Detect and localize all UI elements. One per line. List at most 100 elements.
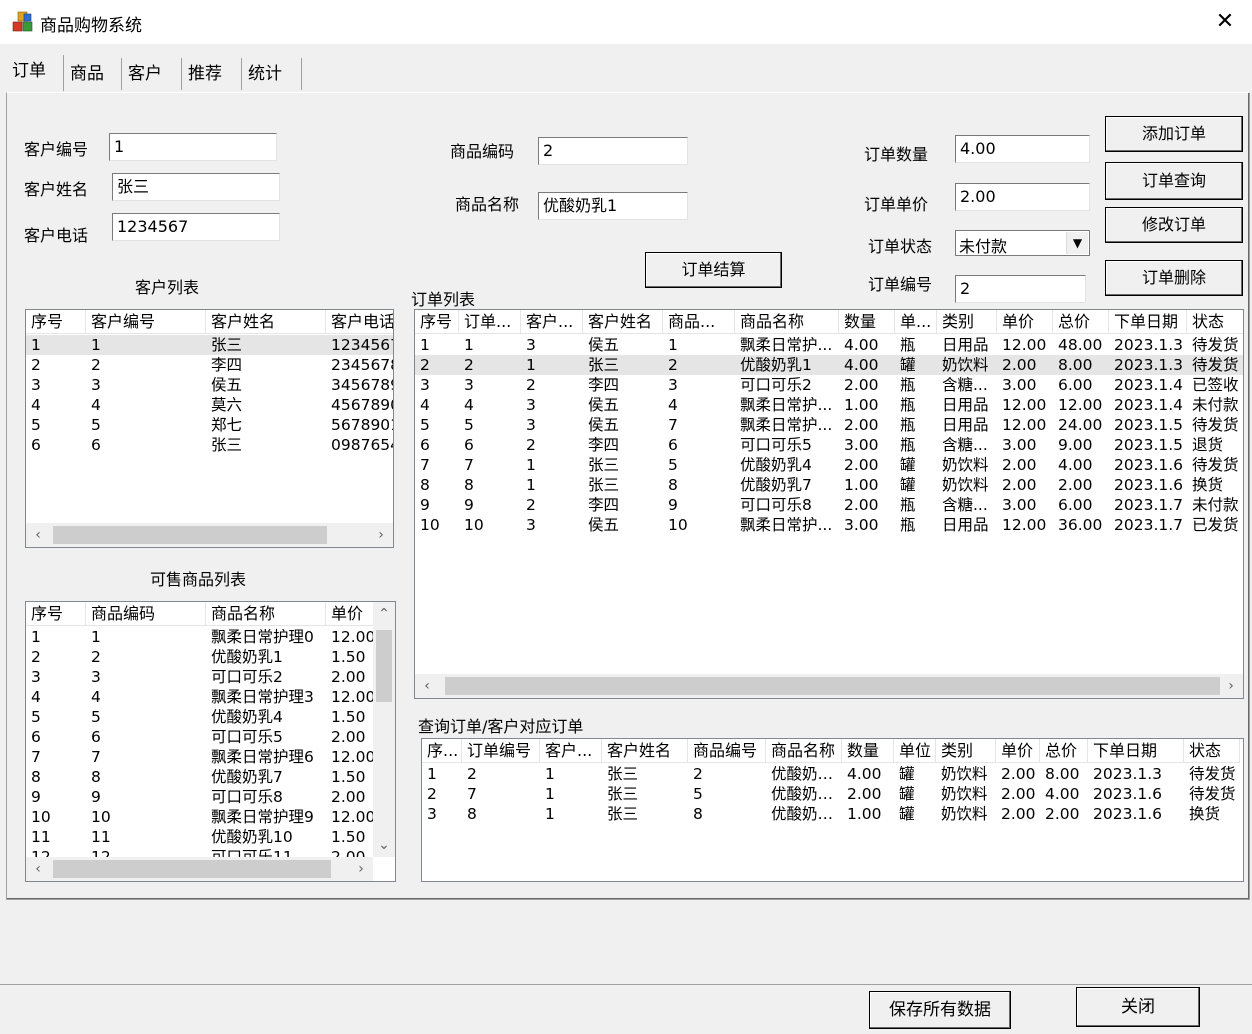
table-row[interactable]: 6 6 可口可乐5 2.00 xyxy=(26,727,376,747)
table-row[interactable]: 8 8 优酸奶乳7 1.50 xyxy=(26,767,376,787)
column-header[interactable]: 数量 xyxy=(842,739,894,763)
table-row[interactable]: 5 5 优酸奶乳4 1.50 xyxy=(26,707,376,727)
table-row[interactable]: 2 2 李四 2345678 xyxy=(26,355,393,375)
horizontal-scrollbar[interactable]: ‹ › xyxy=(26,523,393,547)
horizontal-scrollbar[interactable]: ‹ › xyxy=(415,674,1243,698)
modify-order-button[interactable]: 修改订单 xyxy=(1105,207,1243,243)
column-header[interactable]: 客户姓名 xyxy=(602,739,688,763)
order-no-input[interactable]: 2 xyxy=(955,275,1086,303)
table-row[interactable]: 5 5 郑七 5678901 xyxy=(26,415,393,435)
column-header[interactable]: 总价 xyxy=(1053,310,1109,334)
tab-recommend[interactable]: 推荐 xyxy=(182,58,242,90)
table-row[interactable]: 6 6 2 李四 6 可口可乐5 3.00 瓶 含糖... 3.00 9.00 2023.1.5 退货 xyxy=(415,435,1243,455)
column-header[interactable]: 客户... xyxy=(540,739,602,763)
add-order-button[interactable]: 添加订单 xyxy=(1105,116,1243,152)
scroll-right-icon[interactable]: › xyxy=(349,857,373,881)
column-header[interactable]: 类别 xyxy=(936,739,996,763)
close-icon[interactable]: ✕ xyxy=(1208,6,1242,38)
query-order-button[interactable]: 订单查询 xyxy=(1105,162,1243,200)
column-header[interactable]: 单价 xyxy=(997,310,1053,334)
table-row[interactable]: 4 4 3 侯五 4 飘柔日常护... 1.00 瓶 日用品 12.00 12.00 2023.1.4… xyxy=(415,395,1243,415)
column-header[interactable]: 客户编号 xyxy=(86,310,206,334)
column-header[interactable]: 下单日期 xyxy=(1088,739,1184,763)
column-header[interactable]: 状态 xyxy=(1187,310,1243,334)
order-list-view[interactable]: 序号 订单... 客户... 客户姓名 商品... 商品名称 数量 单... 类别 单价 总价 下单日… xyxy=(414,309,1244,699)
column-header[interactable]: 数量 xyxy=(839,310,895,334)
scroll-down-icon[interactable]: ⌄ xyxy=(372,833,395,857)
tab-products[interactable]: 商品 xyxy=(64,58,122,90)
column-header[interactable]: 序号 xyxy=(26,310,86,334)
column-header[interactable]: 客户姓名 xyxy=(583,310,663,334)
table-row[interactable]: 11 11 优酸奶乳10 1.50 xyxy=(26,827,376,847)
table-row[interactable]: 2 2 优酸奶乳1 1.50 xyxy=(26,647,376,667)
column-header[interactable]: 客户姓名 xyxy=(206,310,326,334)
delete-order-button[interactable]: 订单删除 xyxy=(1105,260,1243,296)
table-row[interactable]: 2 7 1 张三 5 优酸奶乳4 2.00 罐 奶饮料 2.00 4.00 2023.1.6 待发货 xyxy=(422,784,1240,804)
order-status-select[interactable]: 未付款 ▼ xyxy=(955,230,1090,256)
column-header[interactable]: 订单... xyxy=(459,310,521,334)
order-qty-input[interactable]: 4.00 xyxy=(955,135,1090,163)
table-row[interactable]: 7 7 飘柔日常护理6 12.00 xyxy=(26,747,376,767)
scroll-left-icon[interactable]: ‹ xyxy=(26,523,50,547)
column-header[interactable]: 类别 xyxy=(937,310,997,334)
scrollbar-thumb[interactable] xyxy=(445,677,1220,695)
table-row[interactable]: 1 1 飘柔日常护理0 12.00 xyxy=(26,627,376,647)
table-row[interactable]: 8 8 1 张三 8 优酸奶乳7 1.00 罐 奶饮料 2.00 2.00 2023.1.6 换货 xyxy=(415,475,1243,495)
column-header[interactable]: 单价 xyxy=(996,739,1040,763)
column-header[interactable]: 单... xyxy=(895,310,937,334)
scroll-left-icon[interactable]: ‹ xyxy=(26,857,50,881)
product-list-view[interactable]: 序号 商品编码 商品名称 单价 1 1 飘柔日常护理0 12.00 2 2 优酸奶乳1 1.50 3 3 可… xyxy=(25,601,396,882)
column-header[interactable]: 商品名称 xyxy=(206,602,326,626)
column-header[interactable]: 序... xyxy=(422,739,462,763)
scroll-right-icon[interactable]: › xyxy=(1219,674,1243,698)
save-all-button[interactable]: 保存所有数据 xyxy=(869,991,1011,1029)
chevron-down-icon[interactable]: ▼ xyxy=(1066,232,1088,254)
column-header[interactable]: 客户... xyxy=(521,310,583,334)
query-list-view[interactable]: 序... 订单编号 客户... 客户姓名 商品编号 商品名称 数量 单位 类别 单价 总价 下单日期状… xyxy=(421,738,1244,882)
scrollbar-thumb[interactable] xyxy=(376,630,392,702)
table-row[interactable]: 4 4 莫六 4567890 xyxy=(26,395,393,415)
column-header[interactable]: 总价 xyxy=(1040,739,1088,763)
customer-list-view[interactable]: 序号 客户编号 客户姓名 客户电话 1 1 张三 1234567 2 2 李四 2345678 3 3 侯五… xyxy=(25,309,394,548)
column-header[interactable]: 商品... xyxy=(663,310,735,334)
scroll-left-icon[interactable]: ‹ xyxy=(415,674,439,698)
table-row[interactable]: 6 6 张三 0987654 xyxy=(26,435,393,455)
tab-statistics[interactable]: 统计 xyxy=(242,58,302,90)
vertical-scrollbar[interactable]: ⌃ ⌄ xyxy=(373,602,395,857)
column-header[interactable]: 商品编号 xyxy=(688,739,766,763)
table-row[interactable]: 9 9 2 李四 9 可口可乐8 2.00 瓶 含糖... 3.00 6.00 2023.1.7 未付款 xyxy=(415,495,1243,515)
customer-id-input[interactable]: 1 xyxy=(109,133,277,161)
scrollbar-thumb[interactable] xyxy=(53,526,327,544)
column-header[interactable]: 单价 xyxy=(326,602,376,626)
table-row[interactable]: 2 2 1 张三 2 优酸奶乳1 4.00 罐 奶饮料 2.00 8.00 2023.1.3 待发货 xyxy=(415,355,1243,375)
table-row[interactable]: 1 2 1 张三 2 优酸奶乳1 4.00 罐 奶饮料 2.00 8.00 2023.1.3 待发货 xyxy=(422,764,1240,784)
table-row[interactable]: 9 9 可口可乐8 2.00 xyxy=(26,787,376,807)
scroll-up-icon[interactable]: ⌃ xyxy=(372,602,395,626)
scrollbar-thumb[interactable] xyxy=(53,860,331,878)
customer-phone-input[interactable]: 1234567 xyxy=(112,213,280,241)
column-header[interactable]: 序号 xyxy=(415,310,459,334)
table-row[interactable]: 1 1 3 侯五 1 飘柔日常护... 4.00 瓶 日用品 12.00 48.00 2023.1.3… xyxy=(415,335,1243,355)
column-header[interactable]: 单位 xyxy=(894,739,936,763)
order-price-input[interactable]: 2.00 xyxy=(955,183,1090,211)
tab-orders[interactable]: 订单 xyxy=(6,55,64,91)
column-header[interactable]: 序号 xyxy=(26,602,86,626)
column-header[interactable]: 客户电话 xyxy=(326,310,393,334)
checkout-order-button[interactable]: 订单结算 xyxy=(645,252,782,288)
table-row[interactable]: 3 3 侯五 3456789 xyxy=(26,375,393,395)
column-header[interactable]: 状态 xyxy=(1184,739,1240,763)
column-header[interactable]: 商品编码 xyxy=(86,602,206,626)
table-row[interactable]: 3 8 1 张三 8 优酸奶乳7 1.00 罐 奶饮料 2.00 2.00 2023.1.6 换货 xyxy=(422,804,1240,824)
column-header[interactable]: 商品名称 xyxy=(766,739,842,763)
column-header[interactable]: 下单日期 xyxy=(1109,310,1187,334)
product-name-input[interactable]: 优酸奶乳1 xyxy=(538,192,688,220)
tab-customers[interactable]: 客户 xyxy=(122,58,182,90)
close-button[interactable]: 关闭 xyxy=(1076,987,1200,1027)
scroll-right-icon[interactable]: › xyxy=(369,523,393,547)
table-row[interactable]: 3 3 2 李四 3 可口可乐2 2.00 瓶 含糖... 3.00 6.00 2023.1.4 已签收 xyxy=(415,375,1243,395)
table-row[interactable]: 10 10 飘柔日常护理9 12.00 xyxy=(26,807,376,827)
column-header[interactable]: 商品名称 xyxy=(735,310,839,334)
customer-name-input[interactable]: 张三 xyxy=(112,173,280,201)
product-code-input[interactable]: 2 xyxy=(538,137,688,165)
column-header[interactable]: 订单编号 xyxy=(462,739,540,763)
